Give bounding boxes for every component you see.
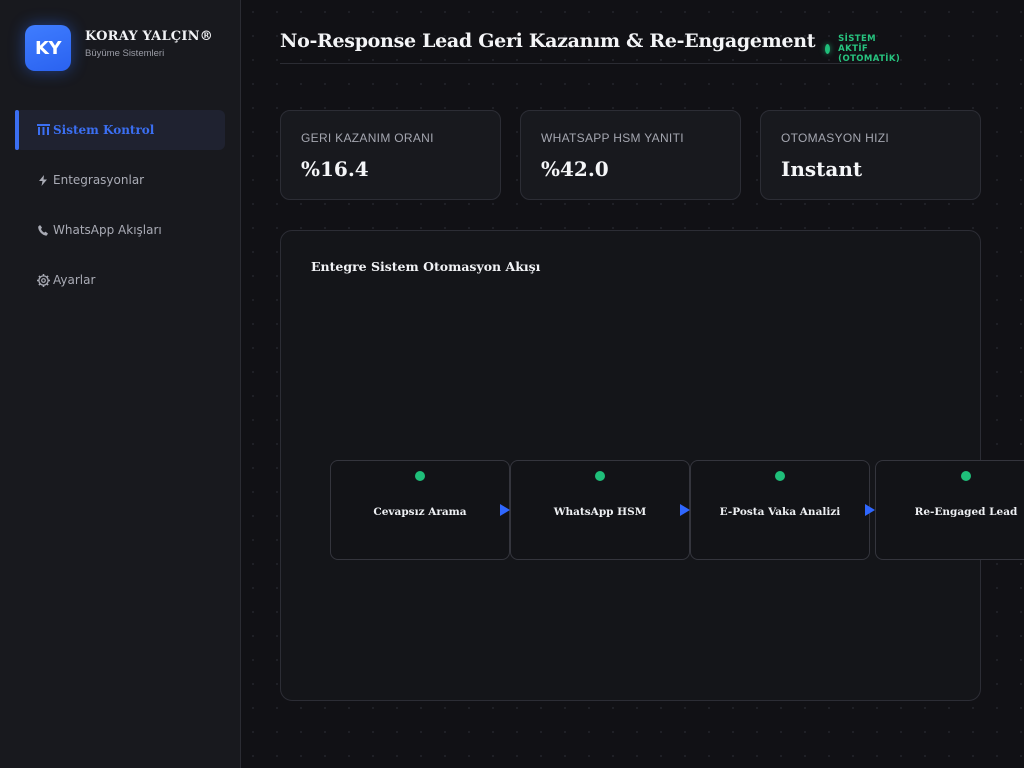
node-label: E-Posta Vaka Analizi	[719, 506, 841, 518]
stat-label: WHATSAPP HSM YANITI	[541, 131, 684, 145]
system-status: SİSTEM AKTİF (OTOMATİK)	[825, 34, 905, 64]
status-dot-icon	[825, 44, 831, 54]
gear-icon	[35, 273, 51, 287]
status-badge: SİSTEM AKTİF (OTOMATİK)	[838, 34, 901, 64]
flow-arrow-icon	[865, 504, 875, 516]
brand-text: KORAY YALÇIN® Büyüme Sistemleri	[85, 29, 213, 59]
flow-node-missed-call[interactable]: Cevapsız Arama	[330, 460, 510, 560]
stat-card-whatsapp-response: WHATSAPP HSM YANITI %42.0	[520, 110, 741, 200]
stat-value: Instant	[781, 157, 863, 181]
main-content: No-Response Lead Geri Kazanım & Re-Engag…	[241, 0, 1024, 768]
sidebar-item-label: Sistem Kontrol	[53, 123, 155, 137]
page-title: No-Response Lead Geri Kazanım & Re-Engag…	[280, 30, 816, 52]
flow-arrow-icon	[500, 504, 510, 516]
sidebar-nav: Sistem Kontrol Entegrasyonlar WhatsApp A…	[15, 110, 225, 310]
sidebar-item-entegrasyonlar[interactable]: Entegrasyonlar	[15, 160, 225, 200]
sidebar-item-sistem-kontrol[interactable]: Sistem Kontrol	[15, 110, 225, 150]
stat-label: OTOMASYON HIZI	[781, 131, 889, 145]
columns-icon	[35, 124, 51, 136]
stat-value: %16.4	[301, 157, 369, 181]
sidebar-item-ayarlar[interactable]: Ayarlar	[15, 260, 225, 300]
flow-node-whatsapp-hsm[interactable]: WhatsApp HSM	[510, 460, 690, 560]
flow-node-email-analysis[interactable]: E-Posta Vaka Analizi	[690, 460, 870, 560]
node-status-dot-icon	[961, 471, 971, 481]
node-label: WhatsApp HSM	[553, 506, 647, 518]
sidebar-item-label: Ayarlar	[53, 273, 96, 287]
node-label: Cevapsız Arama	[373, 506, 467, 518]
sidebar-item-whatsapp-akislari[interactable]: WhatsApp Akışları	[15, 210, 225, 250]
sidebar: KY KORAY YALÇIN® Büyüme Sistemleri Siste…	[0, 0, 241, 768]
brand-name: KORAY YALÇIN®	[85, 29, 213, 44]
node-status-dot-icon	[595, 471, 605, 481]
app-root: KY KORAY YALÇIN® Büyüme Sistemleri Siste…	[0, 0, 1024, 768]
lightning-icon	[35, 174, 51, 186]
brand-subtitle: Büyüme Sistemleri	[85, 48, 165, 59]
page-header: No-Response Lead Geri Kazanım & Re-Engag…	[280, 30, 900, 64]
flow-arrow-icon	[680, 504, 690, 516]
stats-row: GERI KAZANIM ORANI %16.4 WHATSAPP HSM YA…	[280, 110, 981, 200]
brand-logo: KY	[25, 25, 71, 71]
phone-icon	[35, 224, 51, 236]
sidebar-item-label: Entegrasyonlar	[53, 173, 145, 187]
stat-card-recovery-rate: GERI KAZANIM ORANI %16.4	[280, 110, 501, 200]
stat-card-automation-speed: OTOMASYON HIZI Instant	[760, 110, 981, 200]
node-status-dot-icon	[775, 471, 785, 481]
node-label: Re-Engaged Lead	[914, 506, 1018, 518]
sidebar-item-label: WhatsApp Akışları	[53, 223, 162, 237]
flow-title: Entegre Sistem Otomasyon Akışı	[311, 259, 541, 274]
node-status-dot-icon	[415, 471, 425, 481]
stat-value: %42.0	[541, 157, 609, 181]
stat-label: GERI KAZANIM ORANI	[301, 131, 434, 145]
flow-node-re-engaged-lead[interactable]: Re-Engaged Lead	[875, 460, 1024, 560]
brand: KY KORAY YALÇIN® Büyüme Sistemleri	[25, 25, 213, 71]
